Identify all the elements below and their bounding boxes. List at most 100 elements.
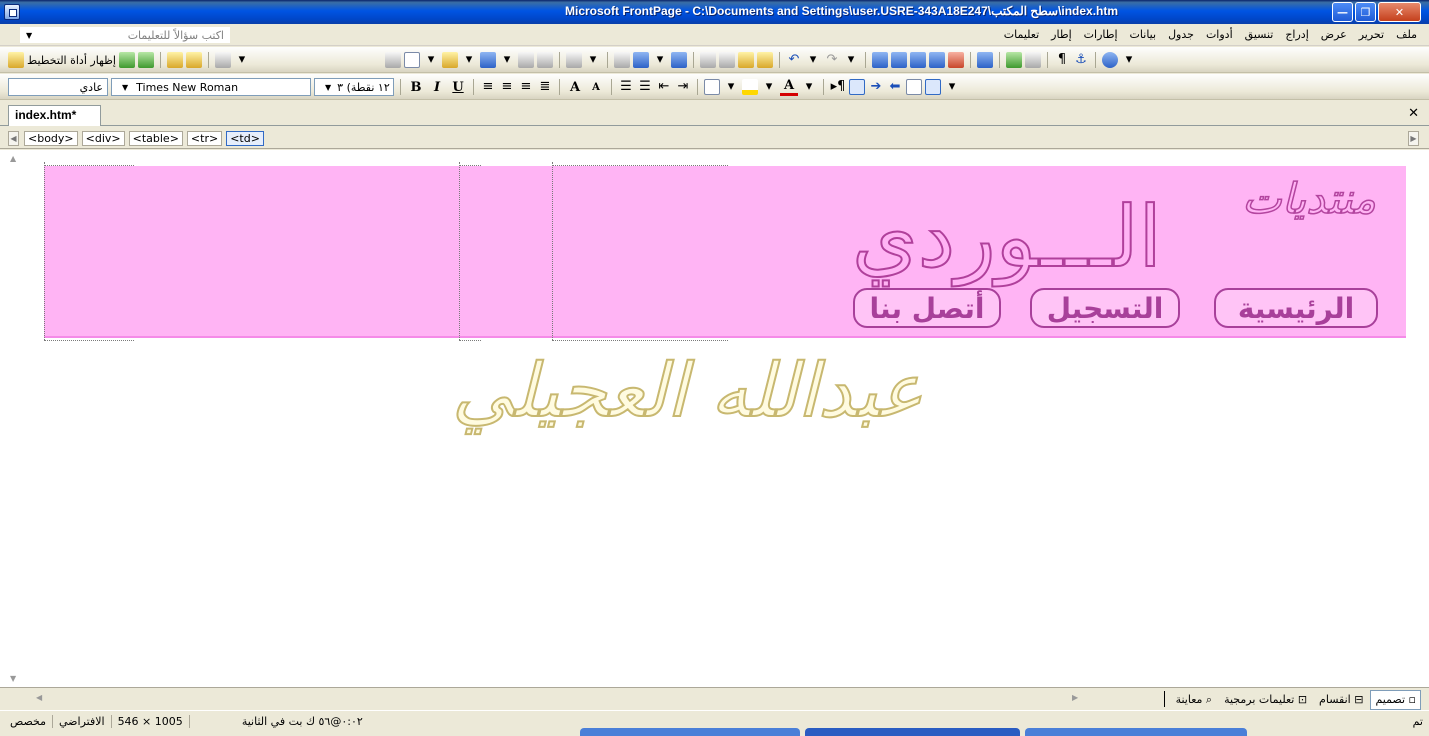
table-properties-icon[interactable]: [185, 52, 202, 68]
menu-data[interactable]: بيانات: [1124, 28, 1163, 41]
align-left-icon[interactable]: ≡: [480, 79, 496, 95]
nav-register-button[interactable]: التسجيل: [1030, 288, 1180, 328]
search-icon[interactable]: [518, 52, 534, 68]
layer-right-icon[interactable]: [925, 79, 941, 95]
show-layout-tool-label[interactable]: إظهار أداة التخطيط: [27, 54, 116, 67]
menu-file[interactable]: ملف: [1390, 28, 1423, 41]
tag-scroll-left-icon[interactable]: ◀: [8, 131, 19, 146]
menu-edit[interactable]: تحرير: [1353, 28, 1390, 41]
tag-td[interactable]: <td>: [226, 131, 264, 146]
increase-font-icon[interactable]: A: [566, 80, 584, 95]
chevron-down-icon[interactable]: ▼: [325, 83, 331, 92]
paste-icon[interactable]: [738, 52, 754, 68]
cut-icon[interactable]: [700, 52, 716, 68]
tag-table[interactable]: <table>: [128, 131, 183, 146]
chevron-down-icon[interactable]: ▾: [652, 52, 668, 68]
document-tab[interactable]: index.htm*: [8, 105, 102, 126]
drawing-icon[interactable]: [948, 52, 964, 68]
layout-tool-icon[interactable]: [8, 52, 24, 68]
menu-frame[interactable]: إطار: [1045, 28, 1077, 41]
menu-help[interactable]: تعليمات: [998, 28, 1045, 41]
status-custom[interactable]: مخصص: [4, 715, 52, 728]
font-color-icon[interactable]: A: [780, 78, 798, 96]
taskbar-button[interactable]: [1025, 728, 1247, 736]
scroll-up-icon[interactable]: ▲: [10, 154, 16, 163]
bold-button[interactable]: B: [407, 80, 425, 95]
tag-div[interactable]: <div>: [81, 131, 125, 146]
open-folder-icon[interactable]: [442, 52, 458, 68]
preview-icon[interactable]: [633, 52, 649, 68]
font-combo[interactable]: ▼ Times New Roman: [111, 78, 311, 96]
publish-icon[interactable]: [537, 52, 553, 68]
ltr-direction-icon[interactable]: ▸¶: [830, 79, 846, 95]
minimize-button[interactable]: —: [1332, 2, 1353, 22]
insert-table-icon[interactable]: [891, 52, 907, 68]
forward-arrow-icon[interactable]: ➔: [868, 79, 884, 95]
insert-picture-icon[interactable]: [929, 52, 945, 68]
tab-design[interactable]: ▫ تصميم: [1370, 690, 1421, 710]
scroll-left-icon[interactable]: ◀: [36, 693, 42, 702]
justify-icon[interactable]: ≣: [537, 79, 553, 95]
menu-table[interactable]: جدول: [1162, 28, 1200, 41]
chevron-down-icon[interactable]: ▾: [423, 52, 439, 68]
pilcrow-icon[interactable]: ¶: [1054, 52, 1070, 68]
header-table[interactable]: منتديات الـــوردي الرئيسية التسجيل أتصل …: [44, 166, 1406, 338]
back-arrow-icon[interactable]: ⬅: [887, 79, 903, 95]
refresh-icon[interactable]: [1006, 52, 1022, 68]
chevron-down-icon[interactable]: ▾: [723, 79, 739, 95]
underline-button[interactable]: U: [449, 80, 467, 95]
copy-icon[interactable]: [719, 52, 735, 68]
borders-icon[interactable]: [704, 79, 720, 95]
hyperlink-icon[interactable]: [977, 52, 993, 68]
layout-cell-icon[interactable]: [137, 52, 154, 68]
close-icon[interactable]: ✕: [1408, 106, 1419, 121]
chevron-down-icon[interactable]: ▾: [461, 52, 477, 68]
layout-table-icon[interactable]: [118, 52, 135, 68]
scroll-right-icon[interactable]: ▶: [1072, 693, 1078, 702]
new-page-icon[interactable]: [404, 52, 420, 68]
web-component-icon[interactable]: [872, 52, 888, 68]
italic-button[interactable]: I: [428, 80, 446, 95]
vertical-scrollbar[interactable]: ▲ ▼: [4, 150, 28, 687]
help-icon[interactable]: [1102, 52, 1118, 68]
rtl-direction-icon[interactable]: [849, 79, 865, 95]
toolbar-options-icon[interactable]: ▾: [944, 79, 960, 95]
anchor-icon[interactable]: ⚓: [1073, 52, 1089, 68]
highlight-icon[interactable]: [742, 79, 758, 95]
chevron-down-icon[interactable]: ▾: [843, 52, 859, 68]
tag-body[interactable]: <body>: [24, 131, 78, 146]
tab-code[interactable]: ⊡ تعليمات برمجية: [1219, 690, 1312, 710]
decrease-indent-icon[interactable]: ⇤: [656, 79, 672, 95]
status-page-size[interactable]: 1005 × 546: [110, 715, 189, 728]
decrease-font-icon[interactable]: A: [587, 82, 605, 93]
taskbar-button[interactable]: [580, 728, 800, 736]
chevron-down-icon[interactable]: ▾: [234, 52, 250, 68]
status-default[interactable]: الافتراضي: [52, 715, 111, 728]
tag-tr[interactable]: <tr>: [186, 131, 223, 146]
chevron-down-icon[interactable]: ▼: [26, 31, 32, 40]
tab-preview[interactable]: ⌕ معاينة: [1171, 690, 1218, 710]
scroll-down-icon[interactable]: ▼: [10, 674, 16, 683]
tab-split[interactable]: ⊟ انقسام: [1314, 690, 1368, 710]
menu-format[interactable]: تنسيق: [1239, 28, 1280, 41]
align-right-icon[interactable]: ≡: [518, 79, 534, 95]
stop-icon[interactable]: [1025, 52, 1041, 68]
maximize-button[interactable]: ❐: [1355, 2, 1376, 22]
nav-contact-button[interactable]: أتصل بنا: [853, 288, 1001, 328]
frontpage-app-icon[interactable]: [4, 4, 20, 20]
save-icon[interactable]: [480, 52, 496, 68]
print-icon[interactable]: [614, 52, 630, 68]
layer-left-icon[interactable]: [906, 79, 922, 95]
format-painter-icon[interactable]: [757, 52, 773, 68]
spelling-icon[interactable]: [671, 52, 687, 68]
cell-properties-icon[interactable]: [166, 52, 183, 68]
chevron-down-icon[interactable]: ▼: [122, 83, 128, 92]
align-center-icon[interactable]: ≡: [499, 79, 515, 95]
redo-icon[interactable]: ↷: [824, 52, 840, 68]
bullets-icon[interactable]: ☰: [637, 79, 653, 95]
toolbar-options-icon[interactable]: ▾: [1121, 52, 1137, 68]
fill-color-icon[interactable]: [214, 52, 231, 68]
toggle-pane-icon[interactable]: [566, 52, 582, 68]
increase-indent-icon[interactable]: ⇥: [675, 79, 691, 95]
chevron-down-icon[interactable]: ▾: [499, 52, 515, 68]
